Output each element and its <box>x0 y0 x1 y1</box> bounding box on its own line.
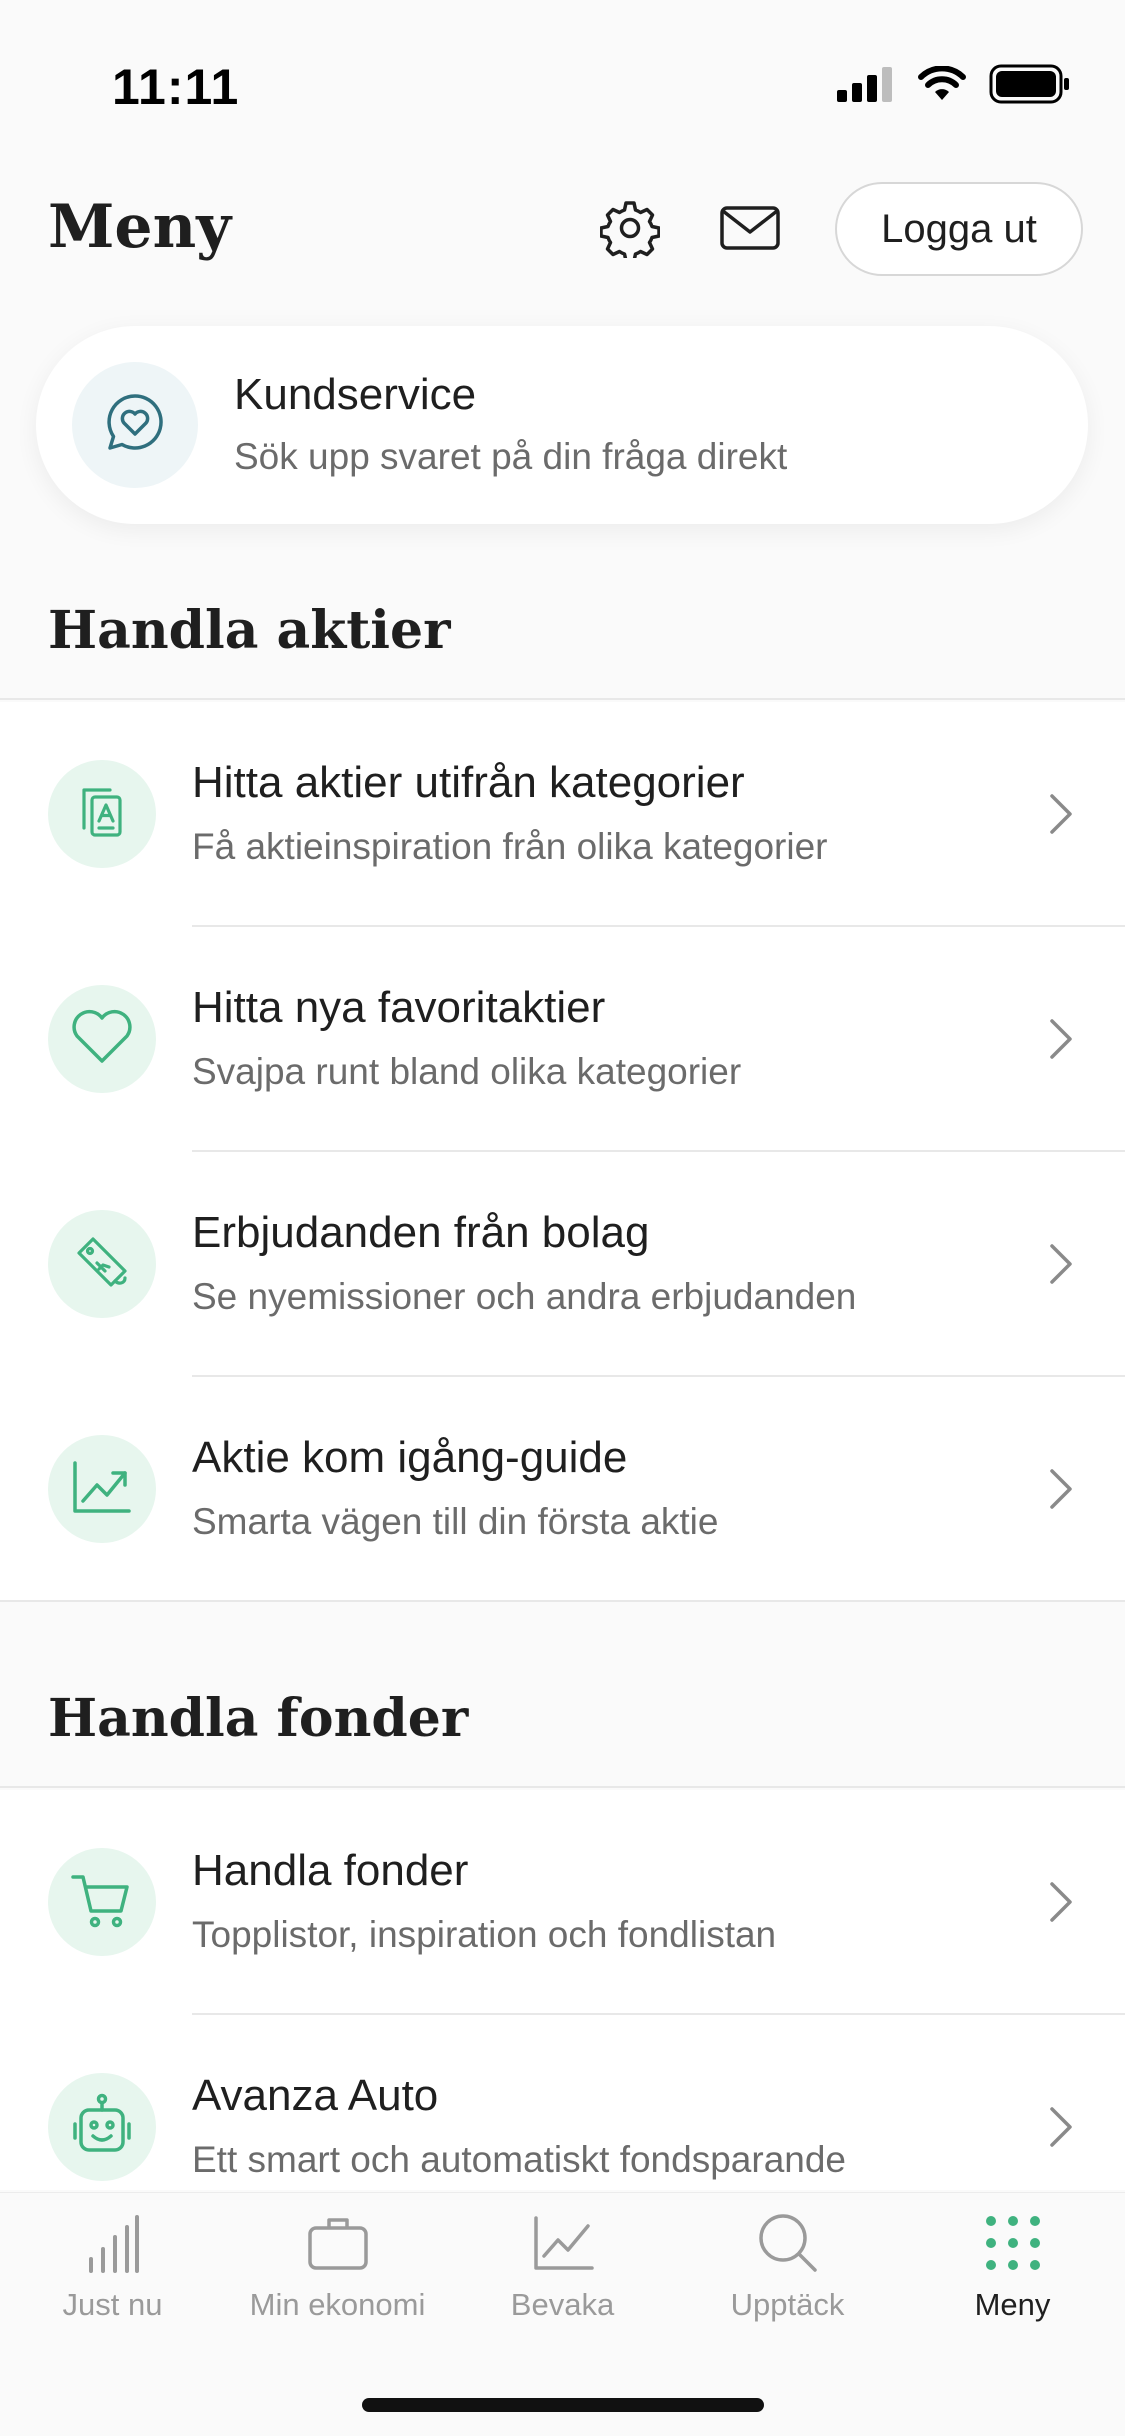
wifi-icon <box>917 65 967 107</box>
nav-item-meny[interactable]: Meny <box>900 2211 1125 2331</box>
support-icon-container <box>72 362 198 488</box>
settings-button[interactable] <box>598 198 662 263</box>
line-chart-icon <box>531 2211 595 2275</box>
chevron-right-icon <box>1041 1878 1081 1926</box>
item-subtitle: Topplistor, inspiration och fondlistan <box>192 1914 777 1955</box>
shopping-cart-icon <box>69 1869 135 1936</box>
category-card-icon <box>70 780 134 849</box>
gear-icon <box>599 198 661 263</box>
nav-label: Just nu <box>62 2287 163 2322</box>
mail-icon <box>719 204 781 257</box>
item-icon-container <box>48 1435 156 1543</box>
item-icon-container <box>48 985 156 1093</box>
item-subtitle: Få aktieinspiration från olika kategorie… <box>192 826 828 867</box>
support-title: Kundservice <box>234 370 477 419</box>
section-header-aktier: Handla aktier <box>0 560 1125 700</box>
chevron-right-icon <box>1041 1465 1081 1513</box>
nav-item-just-nu[interactable]: Just nu <box>0 2211 225 2331</box>
status-time: 11:11 <box>112 59 240 115</box>
item-title: Handla fonder <box>192 1846 469 1895</box>
item-icon-container <box>48 1210 156 1318</box>
chat-heart-icon <box>102 390 168 461</box>
section-title: Handla fonder <box>48 1688 469 1749</box>
nav-item-bevaka[interactable]: Bevaka <box>450 2211 675 2331</box>
list-item-guide[interactable]: Aktie kom igång-guide Smarta vägen till … <box>0 1377 1125 1602</box>
item-title: Hitta aktier utifrån kategorier <box>192 758 745 807</box>
search-icon <box>756 2211 820 2275</box>
messages-button[interactable] <box>718 198 782 262</box>
chevron-right-icon <box>1041 790 1081 838</box>
nav-item-upptack[interactable]: Upptäck <box>675 2211 900 2331</box>
item-icon-container <box>48 1848 156 1956</box>
chevron-right-icon <box>1041 1015 1081 1063</box>
grid-dots-icon <box>981 2211 1045 2275</box>
item-title: Avanza Auto <box>192 2071 439 2120</box>
item-title: Aktie kom igång-guide <box>192 1433 628 1482</box>
bar-chart-icon <box>81 2211 145 2275</box>
nav-label: Bevaka <box>510 2287 615 2322</box>
home-indicator[interactable] <box>362 2398 764 2412</box>
item-title: Erbjudanden från bolag <box>192 1208 650 1257</box>
robot-icon <box>69 2092 135 2163</box>
page-title: Meny <box>48 192 232 262</box>
list-fonder: Handla fonder Topplistor, inspiration oc… <box>0 1790 1125 2190</box>
list-item-funds[interactable]: Handla fonder Topplistor, inspiration oc… <box>0 1790 1125 2015</box>
status-icons <box>837 64 1071 109</box>
customer-service-card[interactable]: Kundservice Sök upp svaret på din fråga … <box>36 326 1088 524</box>
item-subtitle: Svajpa runt bland olika kategorier <box>192 1051 742 1092</box>
header: Meny Logga ut <box>0 170 1125 290</box>
chevron-right-icon <box>1041 1240 1081 1288</box>
item-title: Hitta nya favoritaktier <box>192 983 606 1032</box>
support-subtitle: Sök upp svaret på din fråga direkt <box>234 436 788 477</box>
battery-icon <box>989 64 1071 109</box>
trend-chart-icon <box>69 1457 135 1522</box>
list-item-favorites[interactable]: Hitta nya favoritaktier Svajpa runt blan… <box>0 927 1125 1152</box>
cellular-signal-icon <box>837 66 895 107</box>
status-bar: 11:11 <box>0 0 1125 150</box>
heart-icon <box>69 1007 135 1072</box>
section-header-fonder: Handla fonder <box>0 1648 1125 1788</box>
item-icon-container <box>48 760 156 868</box>
item-subtitle: Se nyemissioner och andra erbjudanden <box>192 1276 857 1317</box>
item-icon-container <box>48 2073 156 2181</box>
chevron-right-icon <box>1041 2103 1081 2151</box>
item-subtitle: Ett smart och automatiskt fondsparande <box>192 2139 847 2180</box>
section-title: Handla aktier <box>48 600 451 661</box>
briefcase-icon <box>306 2211 370 2275</box>
nav-label: Min ekonomi <box>249 2287 426 2322</box>
nav-label: Upptäck <box>730 2287 845 2322</box>
list-item-categories[interactable]: Hitta aktier utifrån kategorier Få aktie… <box>0 702 1125 927</box>
nav-label: Meny <box>974 2287 1051 2322</box>
item-subtitle: Smarta vägen till din första aktie <box>192 1501 719 1542</box>
list-aktier: Hitta aktier utifrån kategorier Få aktie… <box>0 702 1125 1602</box>
logout-button[interactable]: Logga ut <box>835 182 1083 276</box>
price-tag-icon <box>69 1229 135 1300</box>
list-item-offers[interactable]: Erbjudanden från bolag Se nyemissioner o… <box>0 1152 1125 1377</box>
nav-item-min-ekonomi[interactable]: Min ekonomi <box>225 2211 450 2331</box>
